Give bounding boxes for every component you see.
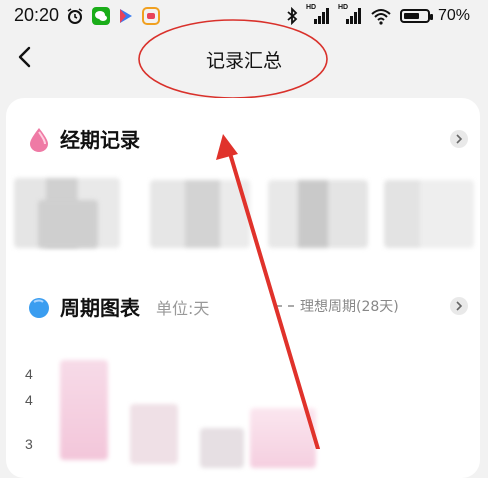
ideal-cycle-legend: 理想周期(28天) [276, 296, 399, 316]
chevron-right-icon [456, 301, 463, 311]
battery-fill [403, 13, 420, 19]
axis-label: 3 [25, 436, 33, 452]
wifi-icon [371, 9, 391, 25]
chevron-right-icon [456, 134, 463, 144]
signal-hd-icon: HD [338, 4, 362, 25]
blurred-bar [200, 428, 244, 468]
blurred-bar [130, 404, 178, 464]
cycle-chart-title: 周期图表 [60, 296, 140, 320]
annotation-ellipse [138, 19, 328, 99]
axis-label: 4 [25, 392, 33, 408]
period-record-title: 经期记录 [60, 128, 140, 152]
battery-icon [399, 9, 433, 23]
blurred-record [150, 180, 250, 248]
axis-label: 4 [25, 366, 33, 382]
ideal-cycle-label: 理想周期(28天) [300, 299, 399, 315]
period-record-header[interactable]: 经期记录 [28, 124, 140, 153]
wechat-icon [92, 7, 110, 25]
drop-icon [29, 297, 49, 318]
ideal-dash-line [276, 305, 294, 307]
blurred-record [268, 180, 368, 248]
blurred-record [38, 200, 98, 248]
cycle-chart-more-button[interactable] [450, 297, 468, 315]
alarm-icon [67, 8, 83, 24]
blurred-record [384, 180, 474, 248]
play-icon [120, 9, 132, 23]
status-time: 20:20 [14, 5, 60, 25]
blurred-bar [250, 408, 316, 468]
cycle-chart-unit: 单位:天 [156, 298, 210, 318]
period-record-more-button[interactable] [450, 130, 468, 148]
drop-icon [30, 127, 48, 152]
battery-percent: 70% [437, 7, 470, 24]
cycle-chart-header[interactable]: 周期图表 单位:天 [28, 292, 209, 321]
blurred-bar [60, 360, 108, 460]
